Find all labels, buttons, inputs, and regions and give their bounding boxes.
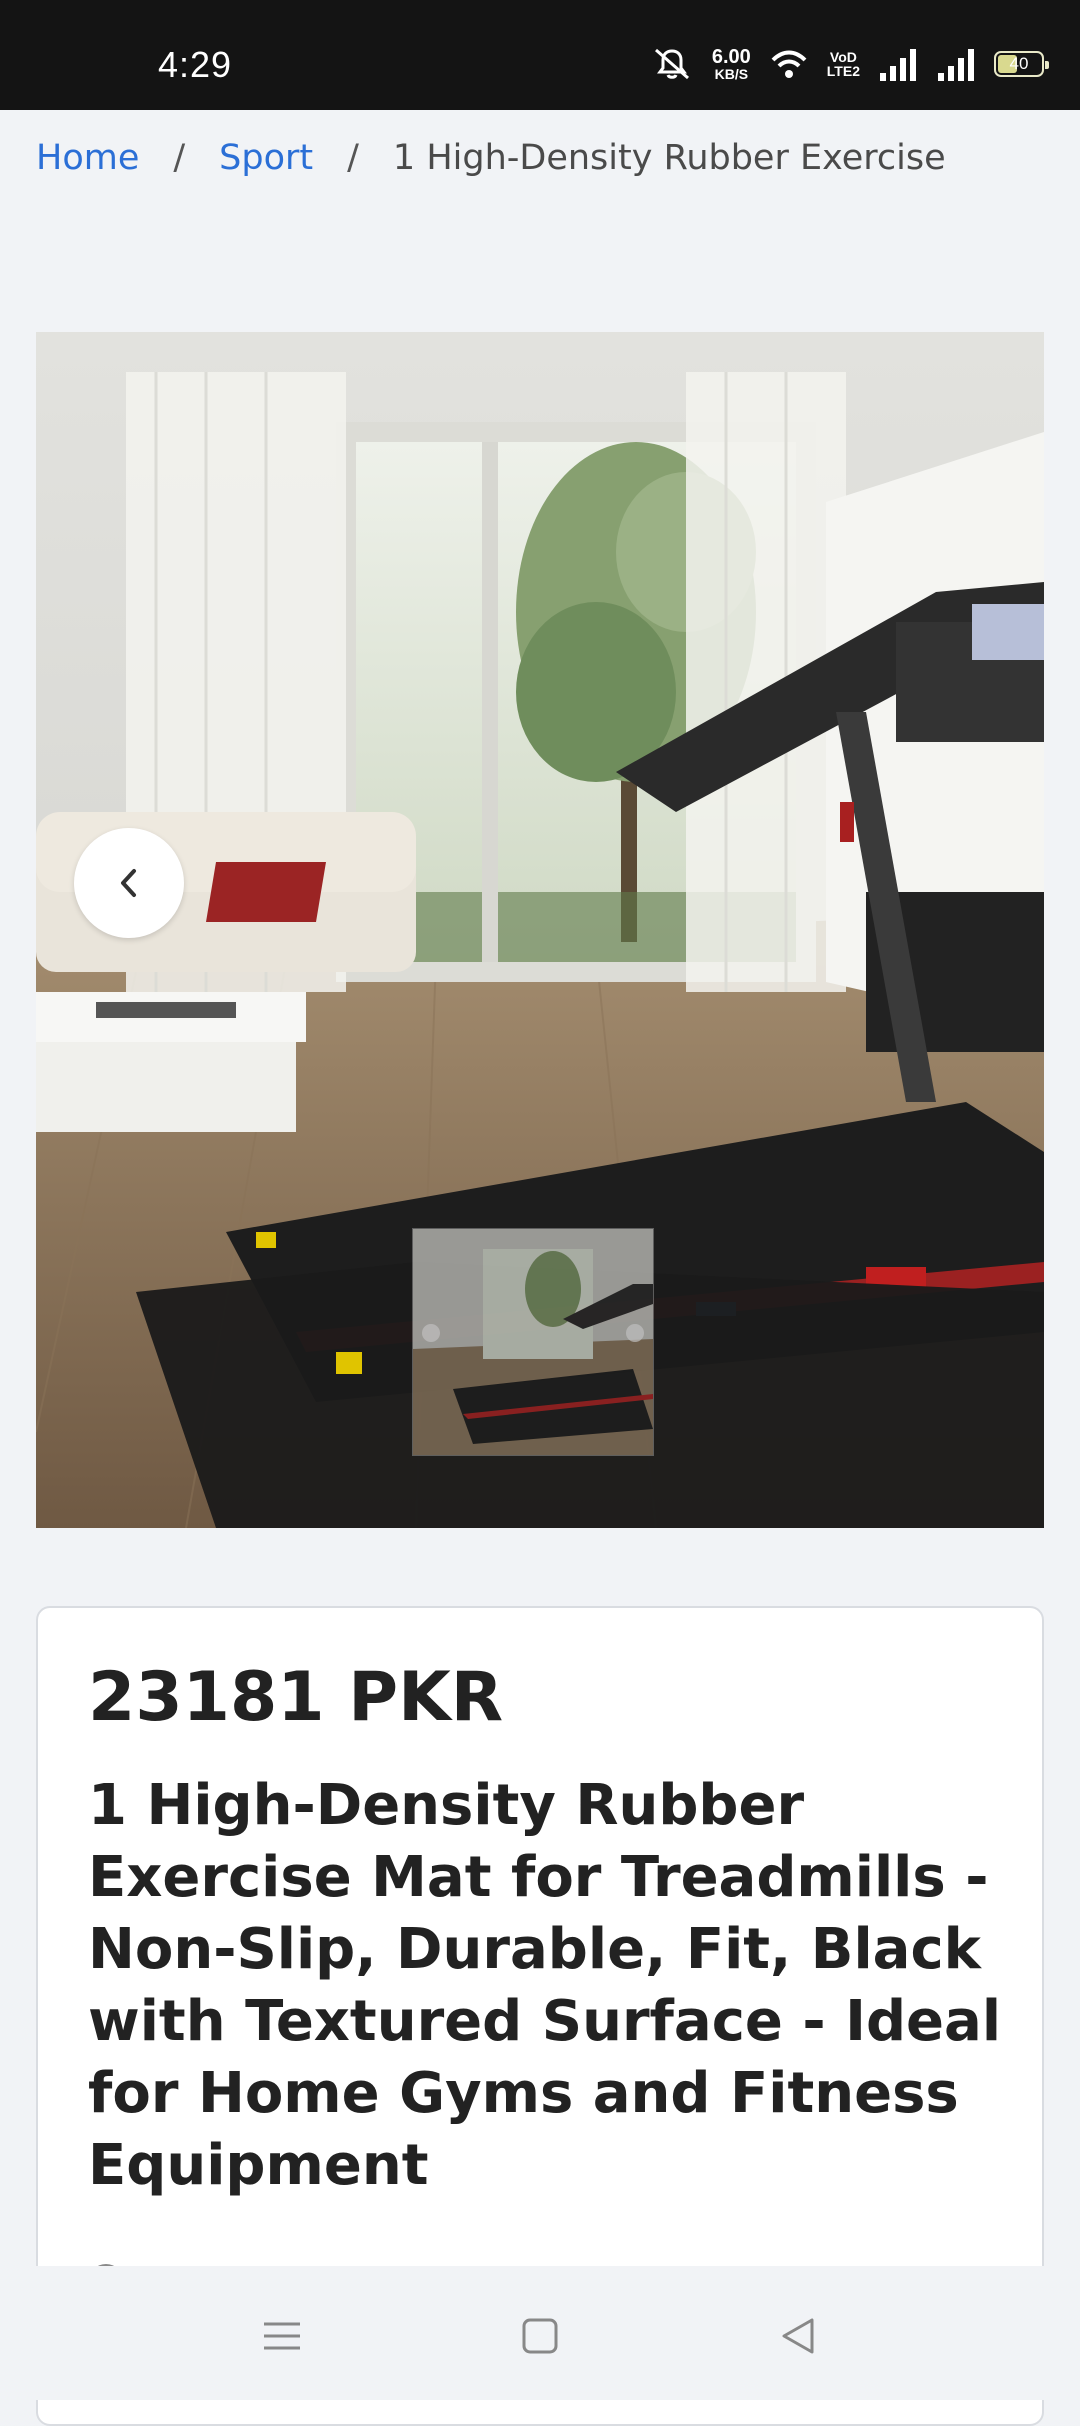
signal-icon — [880, 49, 916, 81]
net-speed-unit: KB/S — [714, 66, 749, 82]
menu-icon — [264, 2322, 300, 2350]
wifi-icon — [771, 50, 807, 78]
volte-bottom: LTE2 — [826, 63, 860, 79]
product-price: 23181 PKR — [88, 1658, 504, 1737]
breadcrumb-home-link[interactable]: Home — [36, 138, 139, 178]
nav-home-button[interactable] — [510, 2306, 570, 2366]
chevron-left-icon — [121, 869, 136, 897]
product-title: 1 High-Density Rubber Exercise Mat for T… — [88, 1773, 1002, 2198]
net-speed-value: 6.00 — [711, 46, 751, 68]
nav-back-button[interactable] — [768, 2306, 828, 2366]
battery-icon: 40 — [994, 51, 1049, 77]
volte-top: VoD — [829, 49, 857, 65]
back-triangle-icon — [782, 2318, 814, 2354]
product-image-gallery[interactable] — [36, 332, 1044, 1528]
breadcrumb-separator: / — [173, 138, 186, 178]
volte-indicator: VoD LTE2 — [827, 50, 860, 78]
signal-icon — [938, 49, 974, 81]
system-nav-bar — [0, 2266, 1080, 2400]
status-time: 4:29 — [158, 44, 233, 85]
breadcrumb-separator: / — [347, 138, 359, 178]
home-square-icon — [522, 2318, 558, 2354]
breadcrumb-current: 1 High-Density Rubber Exercise — [392, 138, 946, 178]
thumbnail-image — [413, 1229, 653, 1455]
status-bar: 4:29 6.00 KB/S VoD LTE2 40 — [0, 0, 1080, 110]
nav-menu-button[interactable] — [252, 2306, 312, 2366]
gallery-prev-button[interactable] — [74, 828, 184, 938]
battery-level: 40 — [1009, 54, 1029, 73]
status-icons: 6.00 KB/S VoD LTE2 40 — [650, 42, 1049, 86]
gallery-thumbnail[interactable] — [412, 1228, 654, 1456]
breadcrumb: Home / Sport / 1 High-Density Rubber Exe… — [36, 138, 946, 178]
net-speed: 6.00 KB/S — [712, 47, 751, 81]
breadcrumb-sport-link[interactable]: Sport — [219, 138, 313, 178]
mute-icon — [654, 48, 689, 80]
